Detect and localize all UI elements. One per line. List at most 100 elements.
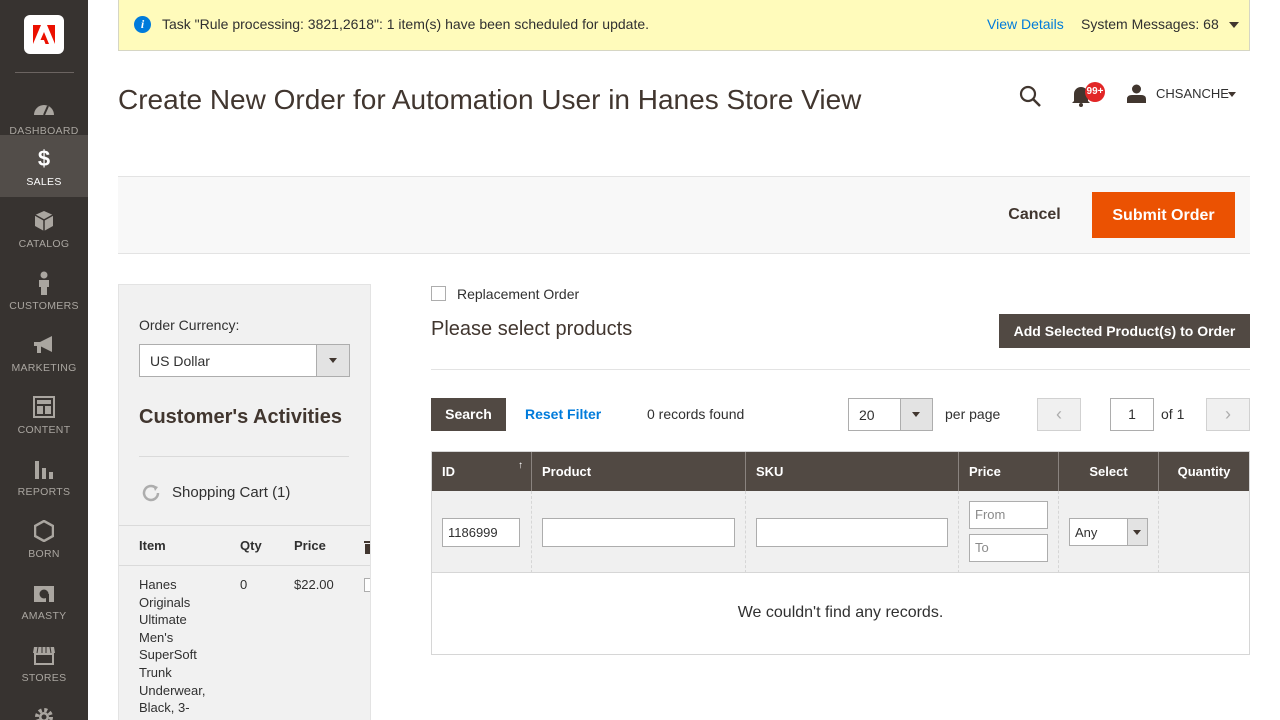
filter-select-value: Any xyxy=(1075,525,1098,540)
sidebar-item-label: CUSTOMERS xyxy=(9,300,79,312)
admin-sidebar: DASHBOARD $ SALES CATALOG CUSTOMERS MARK… xyxy=(0,0,88,720)
column-header-quantity[interactable]: Quantity xyxy=(1159,452,1249,491)
shopping-cart-label[interactable]: Shopping Cart (1) xyxy=(172,484,290,501)
search-icon[interactable] xyxy=(1018,84,1042,108)
customer-sidebar-panel: Order Currency: US Dollar Customer's Act… xyxy=(118,284,371,720)
per-page-label: per page xyxy=(945,406,1001,422)
sidebar-item-catalog[interactable]: CATALOG xyxy=(0,197,88,259)
page-number-input[interactable]: 1 xyxy=(1110,398,1154,431)
column-header-sku[interactable]: SKU xyxy=(746,452,959,491)
filter-cell-id: 1186999 xyxy=(432,491,532,573)
cancel-button[interactable]: Cancel xyxy=(998,193,1071,237)
megaphone-icon xyxy=(0,333,88,357)
column-header-product[interactable]: Product xyxy=(532,452,746,491)
admin-username[interactable]: CHSANCHE xyxy=(1156,86,1229,101)
column-header-select[interactable]: Select xyxy=(1059,452,1159,491)
cart-item-checkbox[interactable] xyxy=(364,578,370,592)
sidebar-item-label: STORES xyxy=(21,672,67,684)
page-actions-bar: Cancel Submit Order xyxy=(118,176,1250,254)
per-page-select[interactable]: 20 xyxy=(848,398,933,431)
chevron-down-icon[interactable] xyxy=(900,399,932,430)
chevron-down-icon[interactable] xyxy=(1228,92,1236,97)
adobe-logo-icon[interactable] xyxy=(24,15,64,54)
sidebar-item-sales[interactable]: $ SALES xyxy=(0,135,88,197)
sidebar-item-customers[interactable]: CUSTOMERS xyxy=(0,259,88,321)
filter-id-input[interactable]: 1186999 xyxy=(442,518,520,547)
search-button[interactable]: Search xyxy=(431,398,506,431)
view-details-link[interactable]: View Details xyxy=(987,16,1064,32)
filter-price-from-input[interactable]: From xyxy=(969,501,1048,529)
order-currency-select[interactable]: US Dollar xyxy=(139,344,350,377)
system-message-bar: i Task "Rule processing: 3821,2618": 1 i… xyxy=(118,0,1250,51)
product-grid: ID ↑ Product SKU Price Select Quantity 1… xyxy=(431,451,1250,655)
sidebar-item-system[interactable] xyxy=(0,693,88,720)
sidebar-item-label: REPORTS xyxy=(17,486,71,498)
layout-icon xyxy=(0,395,88,419)
next-page-button[interactable]: › xyxy=(1206,398,1250,431)
column-header-price[interactable]: Price xyxy=(959,452,1059,491)
column-header-label: ID xyxy=(442,464,455,479)
replacement-order-checkbox[interactable] xyxy=(431,286,446,301)
chevron-down-icon[interactable] xyxy=(316,345,349,376)
sidebar-item-label: AMASTY xyxy=(21,610,67,622)
chevron-down-icon[interactable] xyxy=(1229,22,1239,28)
sidebar-item-content[interactable]: CONTENT xyxy=(0,383,88,445)
person-icon xyxy=(0,271,88,295)
refresh-icon[interactable] xyxy=(141,483,161,503)
grid-header: ID ↑ Product SKU Price Select Quantity xyxy=(432,452,1249,491)
add-selected-products-button[interactable]: Add Selected Product(s) to Order xyxy=(999,314,1250,348)
filter-cell-quantity xyxy=(1159,491,1249,573)
cart-item-price: $22.00 xyxy=(294,577,334,592)
shopping-cart-table: Item Qty Price Hanes Originals Ultimate … xyxy=(119,525,370,720)
sidebar-item-amasty[interactable]: AMASTY xyxy=(0,569,88,631)
filter-cell-price: From To xyxy=(959,491,1059,573)
bar-chart-icon xyxy=(0,457,88,481)
sort-ascending-icon: ↑ xyxy=(518,460,523,471)
sidebar-item-reports[interactable]: REPORTS xyxy=(0,445,88,507)
sidebar-item-label: CONTENT xyxy=(17,424,71,436)
reset-filter-link[interactable]: Reset Filter xyxy=(525,406,601,422)
cart-header-qty: Qty xyxy=(240,538,262,553)
sidebar-item-stores[interactable]: STORES xyxy=(0,631,88,693)
box-icon xyxy=(0,209,88,233)
filter-price-to-input[interactable]: To xyxy=(969,534,1048,562)
dollar-icon: $ xyxy=(37,146,51,171)
divider xyxy=(431,369,1250,370)
customer-activities-title: Customer's Activities xyxy=(139,406,342,428)
filter-sku-input[interactable] xyxy=(756,518,948,547)
column-header-id[interactable]: ID ↑ xyxy=(432,452,532,491)
cart-item-name: Hanes Originals Ultimate Men's SuperSoft… xyxy=(139,577,206,716)
filter-product-input[interactable] xyxy=(542,518,735,547)
gear-icon xyxy=(0,705,88,720)
replacement-order-label[interactable]: Replacement Order xyxy=(457,286,579,302)
trash-icon xyxy=(364,540,370,554)
filter-select-dropdown[interactable]: Any xyxy=(1069,518,1148,546)
chevron-down-icon[interactable] xyxy=(1127,519,1147,545)
cart-header-price: Price xyxy=(294,538,326,553)
filter-cell-sku xyxy=(746,491,959,573)
amasty-icon xyxy=(0,581,88,605)
store-icon xyxy=(0,643,88,667)
hexagon-icon xyxy=(0,519,88,543)
order-currency-label: Order Currency: xyxy=(139,317,240,333)
notification-count-badge[interactable]: 99+ xyxy=(1085,82,1105,102)
divider xyxy=(139,456,349,457)
filter-cell-product xyxy=(532,491,746,573)
sidebar-item-marketing[interactable]: MARKETING xyxy=(0,321,88,383)
cart-item-qty: 0 xyxy=(240,577,248,592)
user-icon[interactable] xyxy=(1127,84,1146,103)
sidebar-item-label: BORN xyxy=(28,548,60,560)
system-messages-toggle[interactable]: System Messages: 68 xyxy=(1081,16,1219,32)
previous-page-button[interactable]: ‹ xyxy=(1037,398,1081,431)
system-message-text: Task "Rule processing: 3821,2618": 1 ite… xyxy=(162,16,650,32)
submit-order-button[interactable]: Submit Order xyxy=(1092,192,1235,238)
select-products-title: Please select products xyxy=(431,318,633,340)
divider xyxy=(119,565,370,566)
sidebar-item-label: CATALOG xyxy=(18,238,70,250)
filter-cell-select: Any xyxy=(1059,491,1159,573)
info-icon: i xyxy=(134,16,151,33)
per-page-value: 20 xyxy=(859,407,875,423)
grid-filter-row: 1186999 From To Any xyxy=(432,491,1249,573)
dashboard-gauge-icon xyxy=(0,96,88,120)
sidebar-item-born[interactable]: BORN xyxy=(0,507,88,569)
